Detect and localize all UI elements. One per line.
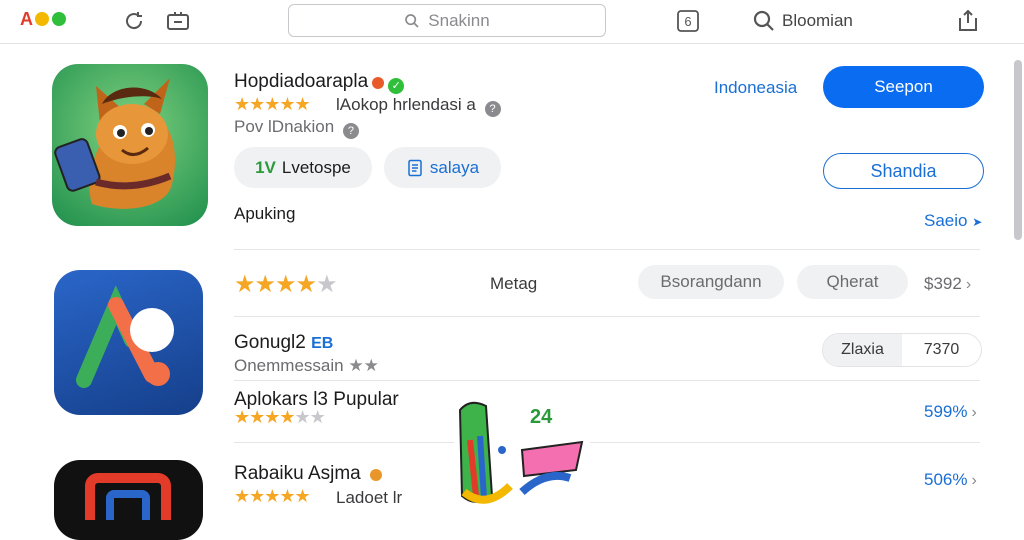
fox-mascot-icon (54, 78, 176, 209)
subtitle: Onemmessain ★★ (234, 356, 379, 376)
rating-text: lAokop hrlendasi a ? (336, 95, 501, 117)
arrow-icon: ➤ (972, 215, 983, 229)
tray-icon[interactable] (166, 9, 190, 33)
divider (234, 249, 980, 250)
rating-stars: ★★★★★ (234, 486, 311, 506)
account-label[interactable]: Bloomian (782, 11, 853, 31)
document-icon (408, 159, 422, 176)
see-more-link[interactable]: Saeio ➤ (924, 211, 982, 231)
app-icon-colorful[interactable]: 24 (456, 400, 590, 512)
price-text: $392 (924, 274, 962, 293)
search-placeholder: Snakinn (428, 10, 490, 30)
section-label: Apuking (234, 204, 296, 223)
percent-link[interactable]: 506% › (924, 470, 977, 490)
secondary-button[interactable]: Shandia (823, 153, 984, 189)
percent-text: 506% (924, 470, 968, 489)
see-more-label: Saeio (924, 211, 968, 230)
app-title[interactable]: Hopdiadoarapla ✓ (234, 71, 405, 94)
app-title[interactable]: Rabaiku Asjma (234, 463, 383, 485)
app-icon-fox[interactable] (52, 64, 208, 226)
chip-bsorangdann[interactable]: Bsorangdann (638, 265, 784, 299)
chip-label: Qherat (826, 272, 879, 291)
divider (590, 442, 980, 443)
help-icon[interactable]: ? (484, 101, 501, 117)
info-icon[interactable]: ? (342, 123, 359, 139)
verified-badge-icon: ✓ (388, 78, 405, 94)
publisher-text: Pov lDnakion (234, 117, 335, 136)
frame-logo-icon (85, 473, 171, 540)
app-title-text: Rabaiku Asjma (234, 463, 361, 484)
secondary-button-label: Shandia (870, 160, 937, 181)
small-stars-icon: ★★ (348, 356, 379, 375)
chip-salaya[interactable]: salaya (384, 147, 501, 188)
logo-text: A (20, 9, 33, 29)
publisher-line: Pov lDnakion ? (234, 117, 359, 139)
warning-badge-icon (370, 469, 383, 481)
chevron-right-icon: › (971, 472, 977, 489)
logo-dot-yellow (35, 12, 49, 26)
title-badge: EB (311, 335, 334, 352)
app-title-text: Hopdiadoarapla (234, 71, 369, 92)
divider (234, 442, 454, 443)
divider (234, 380, 980, 381)
chip-leaf-icon: 1V (255, 157, 276, 177)
tab-count-icon[interactable]: 6 (676, 9, 700, 33)
svg-text:6: 6 (684, 14, 691, 29)
app-title-text: Gonugl2 (234, 332, 306, 353)
top-bar: A Snakinn 6 Bloomian (0, 0, 1024, 44)
rating-stars: ★★★★★★ (234, 407, 326, 427)
get-button[interactable]: Seepon (823, 66, 984, 108)
chip-lvetospe[interactable]: 1V Lvetospe (234, 147, 372, 188)
divider (234, 316, 980, 317)
abstract-a-logo-icon (76, 285, 174, 388)
app-title[interactable]: Gonugl2 EB (234, 332, 333, 354)
share-icon[interactable] (956, 9, 980, 33)
meta-label: Metag (490, 274, 538, 293)
subtitle-text: Onemmessain (234, 356, 344, 375)
segmented-badge[interactable]: Zlaxia 7370 (822, 333, 982, 367)
rating-stars: ★★★★★ (234, 271, 338, 298)
count-badge: 24 (530, 406, 553, 428)
price-link[interactable]: $392 › (924, 274, 971, 294)
chevron-right-icon: › (971, 404, 977, 421)
chip-label: salaya (429, 157, 480, 177)
flame-badge-icon (372, 77, 385, 89)
magnifier-icon[interactable] (752, 9, 776, 33)
chevron-right-icon: › (965, 276, 972, 293)
segment-left[interactable]: Zlaxia (823, 334, 902, 366)
app-icon-dark[interactable] (54, 460, 203, 540)
search-icon (405, 13, 419, 28)
logo-dot-green (52, 12, 66, 26)
app-logo[interactable]: A (20, 9, 66, 30)
chip-label: Bsorangdann (660, 272, 762, 291)
rating-text-label: lAokop hrlendasi a (336, 95, 476, 114)
get-button-label: Seepon (874, 77, 933, 96)
percent-text: 599% (924, 402, 968, 421)
chip-label: Lvetospe (281, 157, 351, 177)
search-field[interactable]: Snakinn (288, 4, 606, 37)
segment-right[interactable]: 7370 (902, 334, 981, 366)
refresh-icon[interactable] (122, 9, 146, 33)
rating-text: Ladoet lr (336, 488, 403, 507)
region-link[interactable]: Indoneasia (714, 78, 797, 98)
app-icon-blue[interactable] (54, 270, 203, 415)
percent-link[interactable]: 599% › (924, 402, 977, 422)
rating-stars: ★★★★★ (234, 94, 311, 114)
scrollbar[interactable] (1014, 60, 1022, 240)
chip-qherat[interactable]: Qherat (797, 265, 908, 299)
colorful-book-icon (458, 401, 584, 504)
